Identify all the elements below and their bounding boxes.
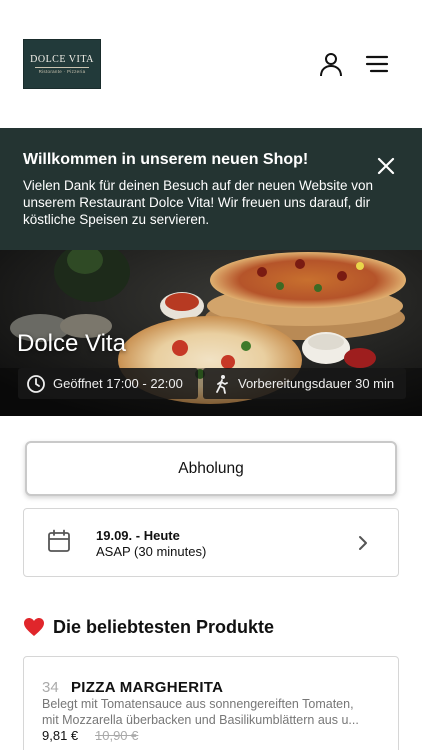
popular-products-heading: Die beliebtesten Produkte bbox=[23, 614, 274, 640]
restaurant-logo[interactable]: DOLCE VITA Ristorante · Pizzeria bbox=[23, 39, 101, 89]
welcome-banner: Willkommen in unserem neuen Shop! Vielen… bbox=[0, 128, 422, 250]
product-number: 34 bbox=[42, 679, 59, 696]
banner-title: Willkommen in unserem neuen Shop! bbox=[23, 151, 309, 168]
product-description-line-2: mit Mozzarella überbacken und Basilikumb… bbox=[42, 712, 359, 727]
product-description-line-1: Belegt mit Tomatensauce aus sonnengereif… bbox=[42, 697, 354, 711]
product-card[interactable]: 34 PIZZA MARGHERITA Belegt mit Tomatensa… bbox=[23, 656, 399, 750]
site-header: DOLCE VITA Ristorante · Pizzeria bbox=[0, 0, 422, 128]
logo-brand: DOLCE VITA bbox=[30, 54, 94, 65]
walking-icon bbox=[216, 374, 228, 394]
banner-text: Vielen Dank für deinen Besuch auf der ne… bbox=[23, 178, 373, 227]
logo-tagline: Ristorante · Pizzeria bbox=[38, 69, 86, 74]
pickup-time-selector[interactable]: 19.09. - Heute ASAP (30 minutes) bbox=[23, 508, 399, 577]
logo-divider bbox=[35, 67, 89, 68]
user-icon[interactable] bbox=[318, 51, 344, 77]
product-price: 9,81 € bbox=[42, 728, 79, 743]
product-old-price: 10,90 € bbox=[95, 728, 139, 743]
close-icon[interactable] bbox=[377, 157, 395, 175]
chevron-right-icon bbox=[359, 536, 367, 550]
opening-hours-badge: Geöffnet 17:00 - 22:00 bbox=[18, 368, 198, 399]
pickup-date: 19.09. - Heute bbox=[96, 528, 180, 543]
product-description: Belegt mit Tomatensauce aus sonnengereif… bbox=[42, 697, 382, 728]
hamburger-menu-icon[interactable] bbox=[364, 53, 390, 75]
product-name: PIZZA MARGHERITA bbox=[71, 679, 224, 696]
calendar-icon bbox=[48, 529, 70, 552]
preparation-time-badge: Vorbereitungsdauer 30 min bbox=[203, 368, 406, 399]
pickup-label: Abholung bbox=[178, 459, 244, 477]
pickup-time: ASAP (30 minutes) bbox=[96, 544, 207, 559]
pickup-option-button[interactable]: Abholung bbox=[25, 441, 397, 496]
clock-icon bbox=[27, 374, 45, 393]
restaurant-name: Dolce Vita bbox=[17, 330, 126, 357]
popular-products-title: Die beliebtesten Produkte bbox=[53, 616, 275, 637]
opening-hours-text: Geöffnet 17:00 - 22:00 bbox=[53, 376, 183, 391]
heart-icon bbox=[24, 618, 44, 636]
preparation-time-text: Vorbereitungsdauer 30 min bbox=[238, 376, 395, 391]
